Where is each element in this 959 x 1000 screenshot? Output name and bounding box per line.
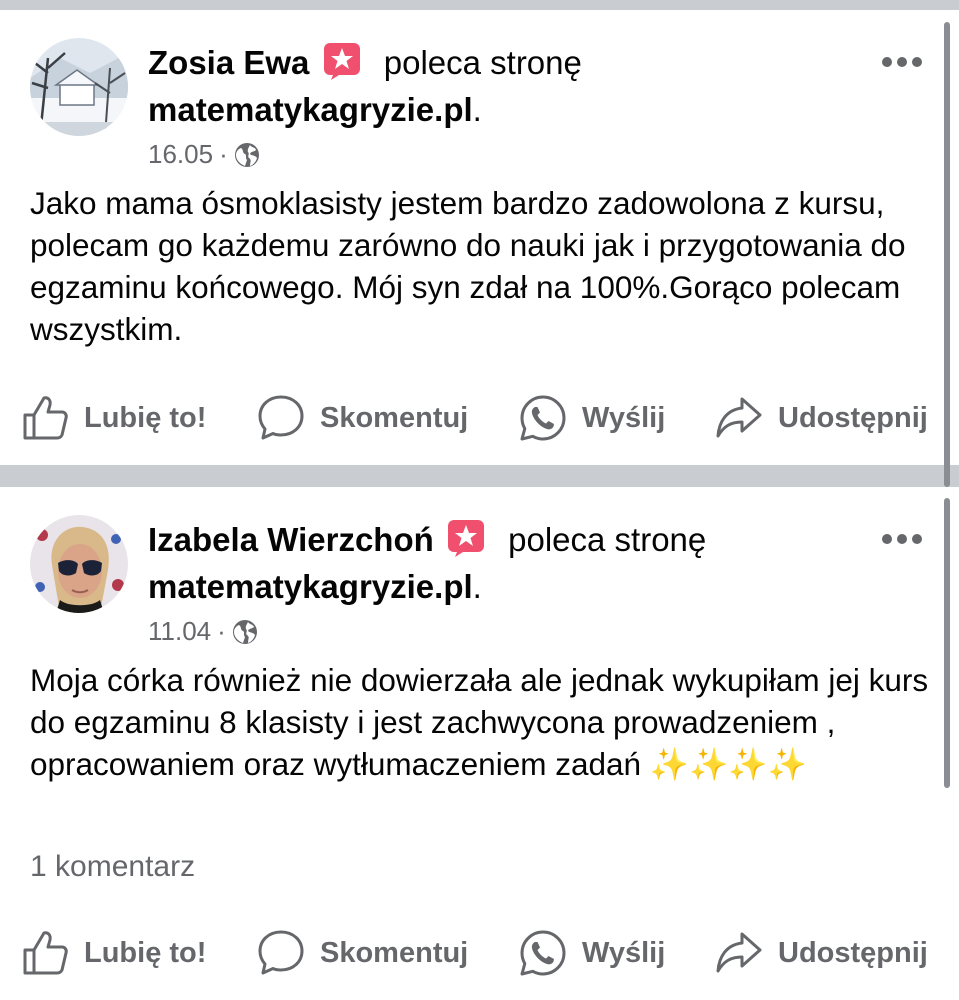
post-header-page: matematykagryzie.pl. xyxy=(148,90,482,130)
period: . xyxy=(472,568,482,605)
recommendation-post: Izabela Wierzchoń poleca stronę matematy… xyxy=(0,487,959,1000)
feed-divider-top xyxy=(0,0,959,10)
share-label: Udostępnij xyxy=(778,401,928,434)
comment-bubble-icon xyxy=(258,395,304,440)
meta-separator: · xyxy=(219,139,228,169)
comment-label: Skomentuj xyxy=(320,936,469,969)
thumbs-up-icon xyxy=(23,931,68,975)
send-label: Wyślij xyxy=(582,401,666,434)
avatar[interactable] xyxy=(30,38,128,136)
whatsapp-icon xyxy=(520,395,566,441)
like-label: Lubię to! xyxy=(84,936,207,969)
send-button[interactable]: Wyślij xyxy=(518,388,665,448)
post-date[interactable]: 16.05 xyxy=(148,139,213,169)
action-bar: Lubię to! Skomentuj Wyślij Udostępnij xyxy=(0,923,959,983)
share-label: Udostępnij xyxy=(778,936,928,969)
send-button[interactable]: Wyślij xyxy=(518,923,665,983)
like-button[interactable]: Lubię to! xyxy=(20,923,206,983)
share-button[interactable]: Udostępnij xyxy=(714,923,928,983)
recommendation-star-icon xyxy=(323,43,360,80)
period: . xyxy=(472,91,482,128)
comment-bubble-icon xyxy=(258,930,304,975)
action-text: poleca stronę xyxy=(383,44,582,81)
more-options-icon[interactable] xyxy=(881,56,923,68)
like-button[interactable]: Lubię to! xyxy=(20,388,206,448)
scrollbar[interactable] xyxy=(944,22,950,487)
recommendation-post: Zosia Ewa poleca stronę matematykagryzie… xyxy=(0,10,959,465)
recommendation-star-icon xyxy=(447,520,484,557)
share-arrow-icon xyxy=(716,932,762,973)
like-label: Lubię to! xyxy=(84,401,207,434)
whatsapp-icon xyxy=(520,930,566,976)
post-date[interactable]: 11.04 xyxy=(148,616,211,646)
send-label: Wyślij xyxy=(582,936,666,969)
thumbs-up-icon xyxy=(23,396,68,440)
comment-label: Skomentuj xyxy=(320,401,469,434)
avatar[interactable] xyxy=(30,515,128,613)
author-name[interactable]: Zosia Ewa xyxy=(148,44,309,81)
comment-button[interactable]: Skomentuj xyxy=(256,388,468,448)
share-arrow-icon xyxy=(716,397,762,438)
comment-button[interactable]: Skomentuj xyxy=(256,923,468,983)
post-header-page: matematykagryzie.pl. xyxy=(148,567,482,607)
scrollbar[interactable] xyxy=(944,498,950,788)
action-bar: Lubię to! Skomentuj Wyślij Udostępnij xyxy=(0,388,959,448)
author-name[interactable]: Izabela Wierzchoń xyxy=(148,521,434,558)
more-options-icon[interactable] xyxy=(881,533,923,545)
post-meta: 16.05 · xyxy=(148,138,260,170)
page-link[interactable]: matematykagryzie.pl xyxy=(148,568,473,605)
globe-icon xyxy=(232,620,257,644)
post-header: Izabela Wierzchoń poleca stronę xyxy=(148,519,706,560)
comment-count[interactable]: 1 komentarz xyxy=(30,849,195,885)
share-button[interactable]: Udostępnij xyxy=(714,388,928,448)
meta-separator: · xyxy=(217,616,226,646)
feed-divider xyxy=(0,465,959,487)
post-meta: 11.04 · xyxy=(148,615,258,647)
page-link[interactable]: matematykagryzie.pl xyxy=(148,91,473,128)
post-header: Zosia Ewa poleca stronę xyxy=(148,42,582,83)
action-text: poleca stronę xyxy=(508,521,707,558)
post-text: Jako mama ósmoklasisty jestem bardzo zad… xyxy=(30,185,906,347)
post-text: Moja córka również nie dowierzała ale je… xyxy=(30,662,929,782)
globe-icon xyxy=(234,143,259,167)
